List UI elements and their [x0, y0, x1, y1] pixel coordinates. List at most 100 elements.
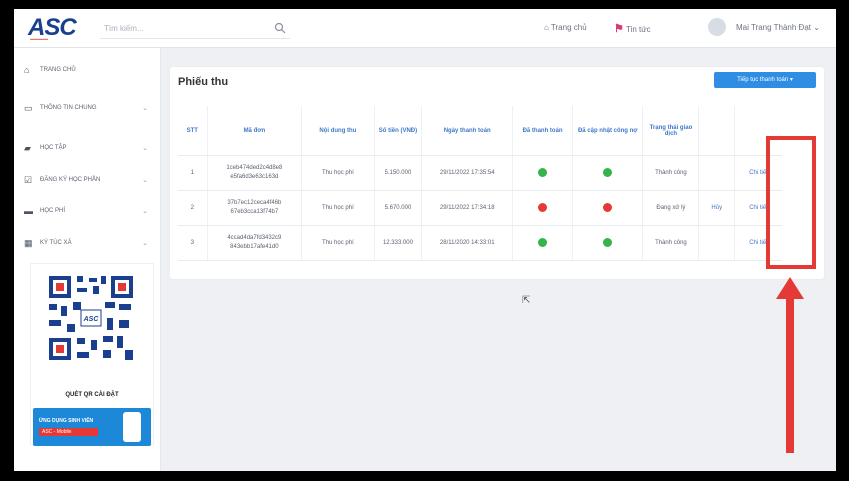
news-icon: ⚑ — [614, 23, 624, 35]
chevron-down-icon: ⌄ — [142, 145, 148, 152]
column-header: Đã thanh toán — [512, 106, 573, 156]
graduation-cap-icon: ▰ — [24, 143, 31, 153]
continue-payment-button[interactable]: Tiếp tục thanh toán ▾ — [714, 72, 816, 88]
cell-stt: 1 — [178, 155, 208, 191]
home-icon: ⌂ — [24, 65, 30, 75]
chevron-down-icon: ⌄ — [142, 208, 148, 215]
table-row: 3 4ccad4da7fd3432c9 843ebb17afe41d0 Thu … — [178, 225, 782, 261]
app-download-panel: ASC QUÉT QR CÀI ĐẶT ỨNG DỤNG SINH VIÊN A… — [30, 263, 154, 446]
page-title: Phiếu thu — [178, 76, 229, 88]
header-home-link[interactable]: ⌂ Trang chủ — [544, 23, 587, 32]
sidebar-item-home[interactable]: ⌂ Trang chủ — [24, 60, 154, 80]
cell-amount: 12.333.000 — [373, 225, 422, 261]
building-icon: ▦ — [24, 238, 33, 248]
column-header — [698, 106, 735, 156]
chevron-down-icon: ⌄ — [813, 23, 820, 32]
sidebar-item-dormitory[interactable]: ▦ Ký túc xá ⌄ — [24, 233, 154, 253]
failed-status-icon — [538, 202, 548, 212]
cell-amount: 5.150.000 — [373, 155, 422, 191]
sidebar-item-general-info[interactable]: ▭ Thông tin chung ⌄ — [24, 98, 154, 118]
chevron-down-icon: ⌄ — [142, 105, 148, 112]
cell-updated — [572, 190, 643, 226]
sidebar-item-tuition[interactable]: ▬ Học phí ⌄ — [24, 201, 154, 221]
banner-subtitle: ASC - Mobile — [39, 428, 98, 436]
success-status-icon — [603, 167, 613, 177]
user-name[interactable]: Mai Trang Thành Đạt ⌄ — [736, 23, 836, 32]
receipts-card: Phiếu thu Tiếp tục thanh toán ▾ STT Mã đ… — [170, 67, 824, 279]
success-status-icon — [603, 237, 613, 247]
annotation-arrow-icon — [776, 277, 804, 453]
cancel-link[interactable]: Hủy — [711, 205, 722, 211]
column-header: Trạng thái giao dịch — [642, 106, 699, 156]
qr-caption: QUÉT QR CÀI ĐẶT — [65, 392, 119, 398]
logo-underline: ━━━━━━ — [30, 37, 49, 43]
cell-content: Thu học phí — [301, 190, 375, 226]
column-header: Ngày thanh toán — [421, 106, 513, 156]
cell-extra: Hủy — [698, 190, 735, 226]
continue-payment-label: Tiếp tục thanh toán — [737, 77, 789, 83]
qr-code[interactable]: ASC — [47, 274, 135, 362]
column-header: Đã cập nhật công nợ — [572, 106, 643, 156]
sidebar-item-label: Đăng ký học phần — [40, 177, 101, 183]
phone-icon — [123, 412, 141, 442]
cell-updated — [572, 225, 643, 261]
sidebar-item-label: Học tập — [40, 145, 67, 151]
home-icon: ⌂ — [544, 23, 549, 32]
sidebar-item-course-registration[interactable]: ☑ Đăng ký học phần ⌄ — [24, 170, 154, 190]
receipts-table: STT Mã đơn Nội dung thu Số tiền (VNĐ) Ng… — [178, 106, 782, 261]
cell-extra — [698, 155, 735, 191]
column-header: Số tiền (VNĐ) — [373, 106, 422, 156]
column-header: Nội dung thu — [301, 106, 375, 156]
asc-logo[interactable]: ASC ━━━━━━ — [28, 15, 92, 44]
cell-code: 37b7ec12ceca4f46b 67eb3cca13f74b7 — [206, 190, 302, 226]
chevron-down-icon: ⌄ — [142, 240, 148, 247]
register-icon: ☑ — [24, 175, 33, 185]
cell-code: 1ceb474ded2c4d8e8 e5fa6d3e63c163d — [206, 155, 302, 191]
chevron-down-icon: ▾ — [789, 77, 793, 83]
sidebar-item-label: Trang chủ — [40, 67, 76, 73]
success-status-icon — [538, 237, 548, 247]
header-news-link[interactable]: ⚑ Tin tức — [614, 22, 651, 35]
sidebar: ⌂ Trang chủ ▭ Thông tin chung ⌄ ▰ Học tậ… — [14, 48, 161, 471]
table-header-row: STT Mã đơn Nội dung thu Số tiền (VNĐ) Ng… — [178, 106, 782, 156]
cell-status: Đang xử lý — [642, 190, 699, 226]
cell-date: 28/11/2020 14:33:01 — [421, 225, 513, 261]
avatar[interactable] — [708, 18, 726, 36]
cell-updated — [572, 155, 643, 191]
table-row: 1 1ceb474ded2c4d8e8 e5fa6d3e63c163d Thu … — [178, 155, 782, 191]
sidebar-item-label: Học phí — [40, 208, 66, 214]
table-row: 2 37b7ec12ceca4f46b 67eb3cca13f74b7 Thu … — [178, 190, 782, 226]
cell-code: 4ccad4da7fd3432c9 843ebb17afe41d0 — [206, 225, 302, 261]
header-home-label: Trang chủ — [550, 23, 587, 32]
sidebar-item-label: Thông tin chung — [40, 105, 97, 111]
sidebar-item-label: Ký túc xá — [40, 240, 72, 246]
header-news-label: Tin tức — [625, 25, 651, 34]
cell-paid — [512, 190, 573, 226]
app-banner[interactable]: ỨNG DỤNG SINH VIÊN ASC - Mobile — [33, 408, 151, 446]
cell-amount: 5.670.000 — [373, 190, 422, 226]
column-header: STT — [178, 106, 208, 156]
cell-paid — [512, 155, 573, 191]
cell-paid — [512, 225, 573, 261]
svg-text:ASC: ASC — [83, 316, 100, 323]
cell-stt: 2 — [178, 190, 208, 226]
cell-content: Thu học phí — [301, 155, 375, 191]
search-placeholder: Tìm kiếm... — [104, 24, 144, 33]
column-header: Mã đơn — [206, 106, 302, 156]
monitor-icon: ▭ — [24, 103, 33, 113]
search-icon[interactable] — [274, 22, 286, 34]
annotation-highlight-box — [766, 136, 816, 269]
cell-date: 29/11/2022 17:34:18 — [421, 190, 513, 226]
cell-content: Thu học phí — [301, 225, 375, 261]
user-name-text: Mai Trang Thành Đạt — [736, 23, 812, 32]
chevron-down-icon: ⌄ — [142, 177, 148, 184]
mouse-cursor-icon: ⇱ — [522, 295, 531, 306]
browser-viewport: ASC ━━━━━━ Tìm kiếm... ⌂ Trang chủ ⚑ Tin… — [14, 9, 836, 471]
search-box[interactable]: Tìm kiếm... — [100, 20, 290, 39]
sidebar-item-study[interactable]: ▰ Học tập ⌄ — [24, 138, 154, 158]
cell-extra — [698, 225, 735, 261]
cell-status: Thành công — [642, 155, 699, 191]
failed-status-icon — [603, 202, 613, 212]
success-status-icon — [538, 167, 548, 177]
banner-title: ỨNG DỤNG SINH VIÊN — [39, 418, 94, 424]
